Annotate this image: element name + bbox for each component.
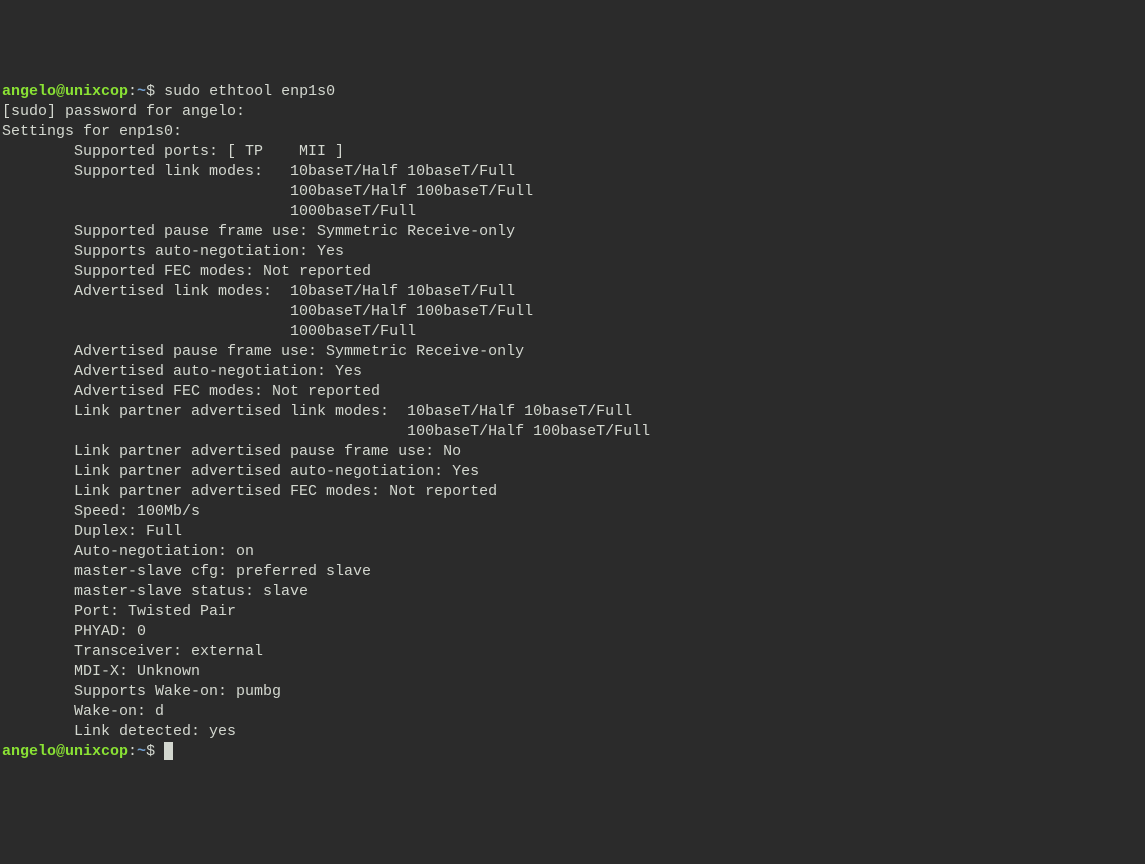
output-line: [sudo] password for angelo: (2, 102, 1143, 122)
output-line: Link partner advertised auto-negotiation… (2, 462, 1143, 482)
output-line: master-slave cfg: preferred slave (2, 562, 1143, 582)
user-host: angelo@unixcop (2, 743, 128, 760)
output-line: 1000baseT/Full (2, 322, 1143, 342)
output-line: Wake-on: d (2, 702, 1143, 722)
output-line: master-slave status: slave (2, 582, 1143, 602)
output-line: Auto-negotiation: on (2, 542, 1143, 562)
output-line: Advertised pause frame use: Symmetric Re… (2, 342, 1143, 362)
output-line: Supports Wake-on: pumbg (2, 682, 1143, 702)
output-line: 100baseT/Half 100baseT/Full (2, 302, 1143, 322)
output-line: Link partner advertised pause frame use:… (2, 442, 1143, 462)
output-line: Supports auto-negotiation: Yes (2, 242, 1143, 262)
output-line: Link partner advertised FEC modes: Not r… (2, 482, 1143, 502)
cursor-icon (164, 742, 173, 760)
terminal-output[interactable]: angelo@unixcop:~$ sudo ethtool enp1s0[su… (2, 82, 1143, 762)
output-line: Supported ports: [ TP MII ] (2, 142, 1143, 162)
output-line: Speed: 100Mb/s (2, 502, 1143, 522)
output-line: Advertised link modes: 10baseT/Half 10ba… (2, 282, 1143, 302)
output-line: Advertised auto-negotiation: Yes (2, 362, 1143, 382)
output-line: 100baseT/Half 100baseT/Full (2, 182, 1143, 202)
output-line: Link detected: yes (2, 722, 1143, 742)
output-line: Advertised FEC modes: Not reported (2, 382, 1143, 402)
output-line: Transceiver: external (2, 642, 1143, 662)
output-line: Supported link modes: 10baseT/Half 10bas… (2, 162, 1143, 182)
colon: : (128, 743, 137, 760)
prompt-line: angelo@unixcop:~$ sudo ethtool enp1s0 (2, 82, 1143, 102)
command-text: sudo ethtool enp1s0 (164, 83, 335, 100)
output-line: MDI-X: Unknown (2, 662, 1143, 682)
path: ~ (137, 743, 146, 760)
output-line: PHYAD: 0 (2, 622, 1143, 642)
path: ~ (137, 83, 146, 100)
dollar: $ (146, 743, 164, 760)
prompt-line: angelo@unixcop:~$ (2, 742, 1143, 762)
output-line: Supported FEC modes: Not reported (2, 262, 1143, 282)
output-line: Supported pause frame use: Symmetric Rec… (2, 222, 1143, 242)
output-line: Link partner advertised link modes: 10ba… (2, 402, 1143, 422)
dollar: $ (146, 83, 164, 100)
output-line: 1000baseT/Full (2, 202, 1143, 222)
colon: : (128, 83, 137, 100)
output-line: Settings for enp1s0: (2, 122, 1143, 142)
user-host: angelo@unixcop (2, 83, 128, 100)
output-line: 100baseT/Half 100baseT/Full (2, 422, 1143, 442)
output-line: Port: Twisted Pair (2, 602, 1143, 622)
output-line: Duplex: Full (2, 522, 1143, 542)
